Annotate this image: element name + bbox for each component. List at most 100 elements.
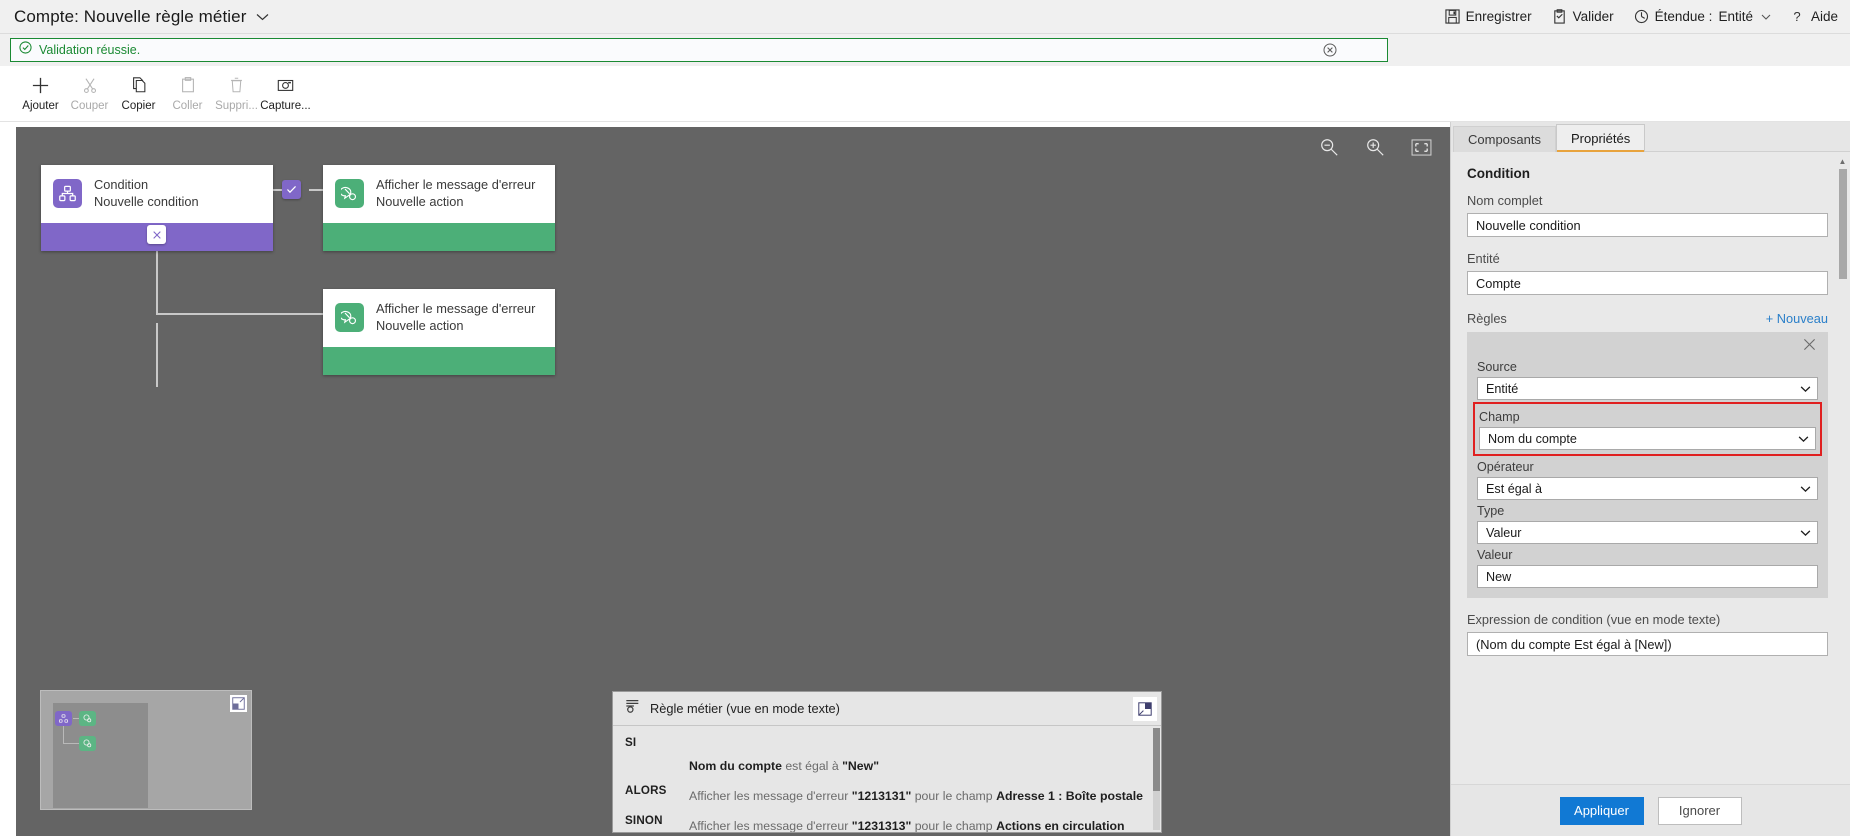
text-line-mid: pour le champ — [911, 819, 997, 832]
full-name-field[interactable]: Nouvelle condition — [1467, 213, 1828, 237]
business-rule-text-panel: Règle métier (vue en mode texte) SI Nom … — [612, 691, 1162, 833]
show-error-message-icon — [335, 303, 364, 333]
validate-button[interactable]: Valider — [1552, 9, 1614, 24]
operator-value: Est égal à — [1486, 481, 1543, 496]
node-action-true[interactable]: Afficher le message d'erreur Nouvelle ac… — [323, 165, 555, 251]
save-button[interactable]: Enregistrer — [1444, 9, 1532, 24]
field-label: Champ — [1479, 410, 1520, 424]
zoom-in-icon[interactable] — [1365, 137, 1385, 157]
branch-false-badge[interactable] — [147, 225, 166, 244]
node-action-false[interactable]: Afficher le message d'erreur Nouvelle ac… — [323, 289, 555, 375]
minimap-restore-icon[interactable] — [230, 695, 247, 712]
expression-field[interactable]: (Nom du compte Est égal à [New]) — [1467, 632, 1828, 656]
text-line-prefix: Afficher les message d'erreur — [689, 789, 852, 803]
properties-scrollbar[interactable]: ▲ — [1837, 158, 1848, 778]
source-value: Entité — [1486, 381, 1519, 396]
expression-label: Expression de condition (vue en mode tex… — [1467, 612, 1721, 627]
add-button[interactable]: Ajouter — [16, 68, 65, 120]
type-select[interactable]: Valeur — [1477, 521, 1818, 544]
rules-header: Règles + Nouveau — [1467, 311, 1828, 326]
text-panel-header: Règle métier (vue en mode texte) — [613, 692, 1161, 726]
check-circle-icon — [19, 41, 32, 59]
chevron-down-icon — [1800, 529, 1811, 536]
help-button[interactable]: ? Aide — [1791, 9, 1838, 24]
rule-designer-canvas[interactable]: Condition Nouvelle condition Afficher le… — [16, 127, 1450, 836]
field-select[interactable]: Nom du compte — [1479, 427, 1816, 450]
minimap-node-action-false — [79, 736, 96, 751]
tab-composants[interactable]: Composants — [1453, 126, 1556, 152]
node-labels: Afficher le message d'erreur Nouvelle ac… — [376, 301, 535, 335]
cut-label: Couper — [70, 100, 109, 112]
chevron-down-icon — [1800, 385, 1811, 392]
tab-proprietes[interactable]: Propriétés — [1555, 124, 1646, 153]
scope-icon — [1634, 9, 1649, 24]
text-line-content: Afficher les message d'erreur "1213131" … — [689, 789, 1147, 803]
text-line-strong2: Actions en circulation — [996, 819, 1125, 832]
snapshot-button[interactable]: Capture... — [260, 68, 311, 120]
text-line-strong: "1213131" — [851, 789, 912, 803]
close-icon[interactable] — [1801, 336, 1818, 353]
type-label: Type — [1477, 504, 1505, 518]
scope-selector[interactable]: Étendue : Entité — [1634, 9, 1771, 24]
scope-label: Étendue : — [1654, 9, 1713, 24]
entity-field[interactable]: Compte — [1467, 271, 1828, 295]
command-bar: Ajouter Couper Copier Coller Suppri... C… — [0, 66, 1850, 122]
type-value: Valeur — [1486, 525, 1522, 540]
text-line-keyword: ALORS — [625, 784, 667, 797]
canvas-zoom-tools — [1319, 137, 1432, 157]
branch-true-badge[interactable] — [282, 180, 301, 199]
title-bar: Compte: Nouvelle règle métier Enregistre… — [0, 0, 1850, 34]
text-line-mid: est égal à — [781, 759, 843, 773]
close-circle-icon[interactable] — [1323, 43, 1337, 57]
expression-section: Expression de condition (vue en mode tex… — [1467, 612, 1828, 656]
paste-label: Coller — [172, 100, 203, 112]
tab-label: Propriétés — [1570, 131, 1631, 146]
value-field[interactable]: New — [1477, 565, 1818, 588]
chevron-down-icon — [1800, 485, 1811, 492]
properties-scroll-area: Condition Nom complet Nouvelle condition… — [1451, 152, 1850, 784]
text-line-prefix: Afficher les message d'erreur — [689, 819, 852, 832]
entity-label: Entité — [1467, 251, 1500, 266]
minimap-node-action-true — [79, 711, 96, 726]
source-select[interactable]: Entité — [1477, 377, 1818, 400]
field-select-highlight: Champ Nom du compte — [1473, 402, 1822, 456]
text-line-content: Afficher les message d'erreur "1231313" … — [689, 819, 1147, 832]
text-panel-scrollbar[interactable] — [1153, 728, 1160, 830]
delete-label: Suppri... — [215, 100, 258, 112]
zoom-out-icon[interactable] — [1319, 137, 1339, 157]
copy-button[interactable]: Copier — [114, 68, 163, 120]
text-panel-title: Règle métier (vue en mode texte) — [650, 701, 840, 716]
scroll-up-arrow[interactable]: ▲ — [1837, 158, 1848, 166]
scope-value: Entité — [1718, 9, 1753, 24]
connector-false-horiz — [156, 313, 323, 315]
cut-button[interactable]: Couper — [65, 68, 114, 120]
paste-button[interactable]: Coller — [163, 68, 212, 120]
text-panel-restore-icon[interactable] — [1133, 696, 1157, 721]
node-type-label: Afficher le message d'erreur — [376, 301, 536, 316]
add-rule-link[interactable]: + Nouveau — [1766, 311, 1828, 326]
chevron-down-icon[interactable] — [1761, 14, 1771, 20]
operator-select[interactable]: Est égal à — [1477, 477, 1818, 500]
title-bar-actions: Enregistrer Valider Étendue : Entité ? A… — [1444, 9, 1838, 24]
text-line-mid: pour le champ — [911, 789, 997, 803]
scrollbar-thumb[interactable] — [1838, 169, 1847, 279]
properties-actions: Appliquer Ignorer — [1451, 784, 1850, 836]
node-labels: Condition Nouvelle condition — [94, 177, 199, 211]
tabs-filler — [1645, 126, 1850, 152]
text-panel-body: SI Nom du compte est égal à "New" ALORS … — [613, 726, 1161, 832]
validation-bar: Validation réussie. — [10, 38, 1388, 62]
apply-button[interactable]: Appliquer — [1559, 796, 1644, 825]
copy-icon — [130, 75, 148, 95]
svg-text:?: ? — [1793, 9, 1800, 24]
delete-button[interactable]: Suppri... — [212, 68, 261, 120]
fit-to-screen-icon[interactable] — [1411, 138, 1432, 156]
chevron-down-icon — [1798, 435, 1809, 442]
connector-true-right — [309, 189, 323, 191]
chevron-down-icon[interactable] — [256, 11, 269, 23]
validation-bar-container: Validation réussie. — [0, 34, 1850, 66]
canvas-minimap[interactable] — [40, 690, 252, 810]
ignore-button[interactable]: Ignorer — [1657, 796, 1742, 825]
show-error-message-icon — [335, 179, 364, 209]
plus-icon — [31, 75, 50, 95]
properties-panel: Composants Propriétés Condition Nom comp… — [1450, 122, 1850, 836]
